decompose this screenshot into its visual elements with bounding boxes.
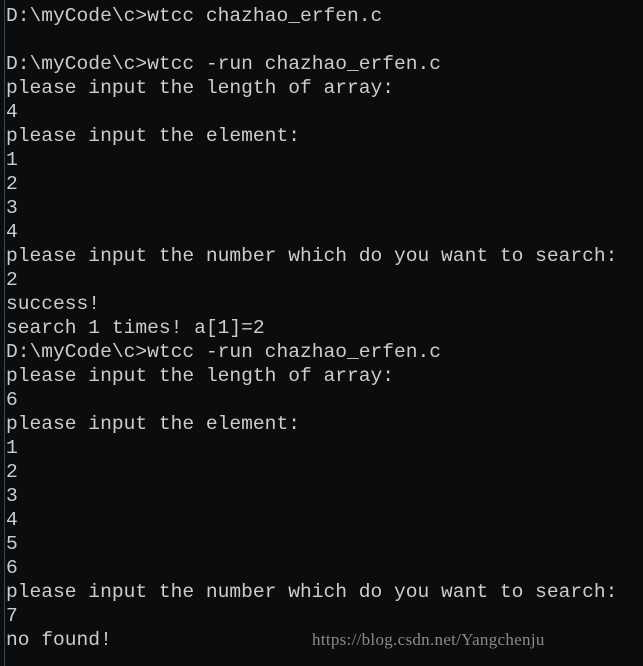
- terminal-line: 7: [6, 605, 18, 627]
- terminal-line: please input the element:: [6, 125, 300, 147]
- terminal-line: please input the length of array:: [6, 77, 395, 99]
- terminal-line: search 1 times! a[1]=2: [6, 317, 265, 339]
- terminal-line: D:\myCode\c>wtcc -run chazhao_erfen.c: [6, 341, 442, 363]
- terminal-line: 4: [6, 221, 18, 243]
- terminal-line: success!: [6, 293, 101, 315]
- terminal-line: D:\myCode\c>wtcc -run chazhao_erfen.c: [6, 53, 442, 75]
- terminal-line: 2: [6, 461, 18, 483]
- terminal-line: 5: [6, 533, 18, 555]
- terminal-line: 6: [6, 557, 18, 579]
- terminal-line: 1: [6, 437, 18, 459]
- terminal-line: 2: [6, 269, 18, 291]
- terminal-line: please input the length of array:: [6, 365, 395, 387]
- terminal-line: 4: [6, 101, 18, 123]
- terminal-line: 1: [6, 149, 18, 171]
- terminal-line: 3: [6, 197, 18, 219]
- terminal-line: 3: [6, 485, 18, 507]
- terminal-line: 4: [6, 509, 18, 531]
- terminal-line: please input the element:: [6, 413, 300, 435]
- watermark: https://blog.csdn.net/Yangchenju: [312, 630, 545, 649]
- window-edge: [4, 0, 5, 666]
- terminal-output[interactable]: D:\myCode\c>wtcc chazhao_erfen.c D:\myCod…: [6, 4, 617, 652]
- terminal-line: D:\myCode\c>wtcc chazhao_erfen.c: [6, 5, 383, 27]
- terminal-line: 2: [6, 173, 18, 195]
- terminal-line: please input the number which do you wan…: [6, 581, 618, 603]
- terminal-line: 6: [6, 389, 18, 411]
- terminal-line: please input the number which do you wan…: [6, 245, 618, 267]
